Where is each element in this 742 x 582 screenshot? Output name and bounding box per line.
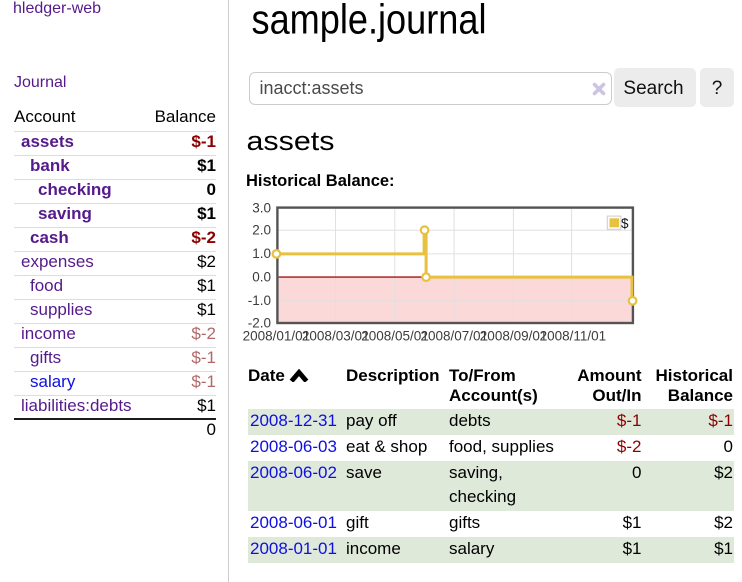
svg-text:3.0: 3.0 <box>252 200 271 215</box>
svg-text:2008/07/01: 2008/07/01 <box>421 329 489 344</box>
svg-text:1.0: 1.0 <box>252 246 271 261</box>
svg-text:0.0: 0.0 <box>252 269 271 284</box>
svg-text:2008/03/01: 2008/03/01 <box>302 329 370 344</box>
svg-text:-1.0: -1.0 <box>248 293 271 308</box>
svg-text:assets: assets <box>246 126 334 156</box>
svg-text:2.0: 2.0 <box>252 223 271 238</box>
svg-text:2008/01/01: 2008/01/01 <box>243 329 311 344</box>
svg-text:2008/11/01: 2008/11/01 <box>540 329 607 344</box>
svg-text:$: $ <box>621 216 629 231</box>
svg-text:sample.journal: sample.journal <box>252 0 487 42</box>
svg-text:2008/05/01: 2008/05/01 <box>361 329 429 344</box>
svg-text:2008/09/01: 2008/09/01 <box>480 329 548 344</box>
